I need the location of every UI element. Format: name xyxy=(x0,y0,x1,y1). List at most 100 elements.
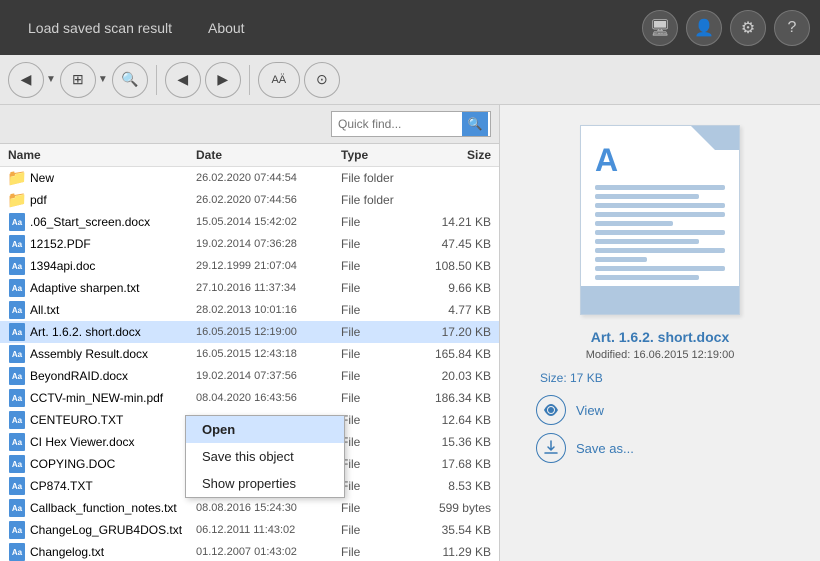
doc-line-1 xyxy=(595,185,725,190)
doc-icon: Aa xyxy=(8,521,26,539)
preview-actions: View Save as... xyxy=(536,395,634,463)
file-date: 08.04.2020 16:43:56 xyxy=(196,392,341,404)
file-row[interactable]: AaAssembly Result.docx16.05.2015 12:43:1… xyxy=(0,343,499,365)
doc-icon: Aa xyxy=(8,213,26,231)
file-size: 47.45 KB xyxy=(421,237,491,251)
help-icon-btn[interactable]: ? xyxy=(774,10,810,46)
preview-modified: Modified: 16.06.2015 12:19:00 xyxy=(586,349,735,361)
file-size: 35.54 KB xyxy=(421,523,491,537)
context-menu: Open Save this object Show properties xyxy=(185,415,345,498)
file-row[interactable]: Aa CCTV-min_NEW-min.pdf08.04.2020 16:43:5… xyxy=(0,387,499,409)
search-btn[interactable]: 🔍 xyxy=(112,62,148,98)
nav-load-scan[interactable]: Load saved scan result xyxy=(20,16,180,40)
file-type: File xyxy=(341,347,421,361)
folder-icon: 📁 xyxy=(8,191,26,209)
doc-line-6 xyxy=(595,230,725,235)
doc-icon: Aa xyxy=(8,301,26,319)
file-row[interactable]: AaAdaptive sharpen.txt27.10.2016 11:37:3… xyxy=(0,277,499,299)
gear-icon-btn[interactable]: ⚙ xyxy=(730,10,766,46)
file-row[interactable]: AaChangeLog_GRUB4DOS.txt06.12.2011 11:43… xyxy=(0,519,499,541)
context-menu-open[interactable]: Open xyxy=(186,416,344,443)
file-size: 11.29 KB xyxy=(421,545,491,559)
grid-dropdown-arrow[interactable]: ▼ xyxy=(98,74,108,85)
file-type: File xyxy=(341,457,421,471)
search-submit-btn[interactable]: 🔍 xyxy=(462,112,488,136)
file-row[interactable]: AaChangelog.txt01.12.2007 01:43:02File11… xyxy=(0,541,499,561)
file-name: Changelog.txt xyxy=(30,545,196,559)
file-date: 16.05.2015 12:19:00 xyxy=(196,326,341,338)
toolbar: ◀ ▼ ⊞ ▼ 🔍 ◀ ▶ AÄ ⊙ xyxy=(0,55,820,105)
col-header-type[interactable]: Type xyxy=(341,148,421,162)
file-size: 165.84 KB xyxy=(421,347,491,361)
file-type: File xyxy=(341,281,421,295)
text-btn[interactable]: AÄ xyxy=(258,62,300,98)
grid-view-btn[interactable]: ⊞ xyxy=(60,62,96,98)
file-list: 📁New26.02.2020 07:44:54File folder📁pdf26… xyxy=(0,167,499,561)
nav-about[interactable]: About xyxy=(200,16,253,40)
preview-filename: Art. 1.6.2. short.docx xyxy=(591,329,729,345)
monitor-icon-btn[interactable]: 🖥 xyxy=(642,10,678,46)
user-icon-btn[interactable]: 👤 xyxy=(686,10,722,46)
doc-icon: Aa xyxy=(8,543,26,561)
file-type: File xyxy=(341,523,421,537)
header: Load saved scan result About 🖥 👤 ⚙ ? xyxy=(0,0,820,55)
file-row[interactable]: 📁New26.02.2020 07:44:54File folder xyxy=(0,167,499,189)
doc-line-2 xyxy=(595,194,699,199)
file-name: pdf xyxy=(30,193,196,207)
context-menu-save[interactable]: Save this object xyxy=(186,443,344,470)
doc-icon: Aa xyxy=(8,389,26,407)
file-date: 27.10.2016 11:37:34 xyxy=(196,282,341,294)
file-size: 599 bytes xyxy=(421,501,491,515)
file-name: ChangeLog_GRUB4DOS.txt xyxy=(30,523,196,537)
doc-line-10 xyxy=(595,266,725,271)
col-header-size[interactable]: Size xyxy=(421,148,491,162)
file-row[interactable]: 📁pdf26.02.2020 07:44:56File folder xyxy=(0,189,499,211)
file-name: CENTEURO.TXT xyxy=(30,413,196,427)
doc-line-3 xyxy=(595,203,725,208)
file-row[interactable]: Aa.06_Start_screen.docx15.05.2014 15:42:… xyxy=(0,211,499,233)
file-type: File xyxy=(341,303,421,317)
file-row[interactable]: Aa12152.PDF19.02.2014 07:36:28File47.45 … xyxy=(0,233,499,255)
doc-line-7 xyxy=(595,239,699,244)
col-header-name[interactable]: Name xyxy=(8,148,196,162)
file-name: CCTV-min_NEW-min.pdf xyxy=(30,391,196,405)
file-date: 29.12.1999 21:07:04 xyxy=(196,260,341,272)
file-type: File xyxy=(341,413,421,427)
file-row[interactable]: AaBeyondRAID.docx19.02.2014 07:37:56File… xyxy=(0,365,499,387)
prev-btn[interactable]: ◀ xyxy=(165,62,201,98)
main: 🔍 Name Date Type Size 📁New26.02.2020 07:… xyxy=(0,105,820,561)
file-row[interactable]: AaArt. 1.6.2. short.docx16.05.2015 12:19… xyxy=(0,321,499,343)
file-date: 26.02.2020 07:44:54 xyxy=(196,172,341,184)
search-bar: 🔍 xyxy=(0,105,499,144)
context-menu-properties[interactable]: Show properties xyxy=(186,470,344,497)
file-row[interactable]: Aa1394api.doc29.12.1999 21:07:04File108.… xyxy=(0,255,499,277)
view-btn[interactable]: View xyxy=(536,395,634,425)
save-icon xyxy=(536,433,566,463)
doc-icon: Aa xyxy=(8,433,26,451)
file-row[interactable]: AaAll.txt28.02.2013 10:01:16File4.77 KB xyxy=(0,299,499,321)
file-type: File xyxy=(341,215,421,229)
settings-btn[interactable]: ⊙ xyxy=(304,62,340,98)
col-header-date[interactable]: Date xyxy=(196,148,341,162)
search-input[interactable] xyxy=(332,114,462,134)
file-name: BeyondRAID.docx xyxy=(30,369,196,383)
file-type: File xyxy=(341,259,421,273)
save-as-btn[interactable]: Save as... xyxy=(536,433,634,463)
file-name: Callback_function_notes.txt xyxy=(30,501,196,515)
doc-icon: Aa xyxy=(8,455,26,473)
back-btn[interactable]: ◀ xyxy=(8,62,44,98)
file-type: File xyxy=(341,325,421,339)
folder-icon: 📁 xyxy=(8,169,26,187)
doc-line-9 xyxy=(595,257,647,262)
doc-icon: Aa xyxy=(8,345,26,363)
back-dropdown-arrow[interactable]: ▼ xyxy=(46,74,56,85)
preview-panel: A Art. 1.6.2. short.docx Modified xyxy=(500,105,820,561)
header-icons: 🖥 👤 ⚙ ? xyxy=(642,10,810,46)
next-btn[interactable]: ▶ xyxy=(205,62,241,98)
sep2 xyxy=(249,65,250,95)
file-name: Adaptive sharpen.txt xyxy=(30,281,196,295)
file-row[interactable]: AaCallback_function_notes.txt08.08.2016 … xyxy=(0,497,499,519)
file-date: 15.05.2014 15:42:02 xyxy=(196,216,341,228)
doc-preview-thumbnail: A xyxy=(580,125,740,315)
header-nav: Load saved scan result About xyxy=(10,16,642,40)
